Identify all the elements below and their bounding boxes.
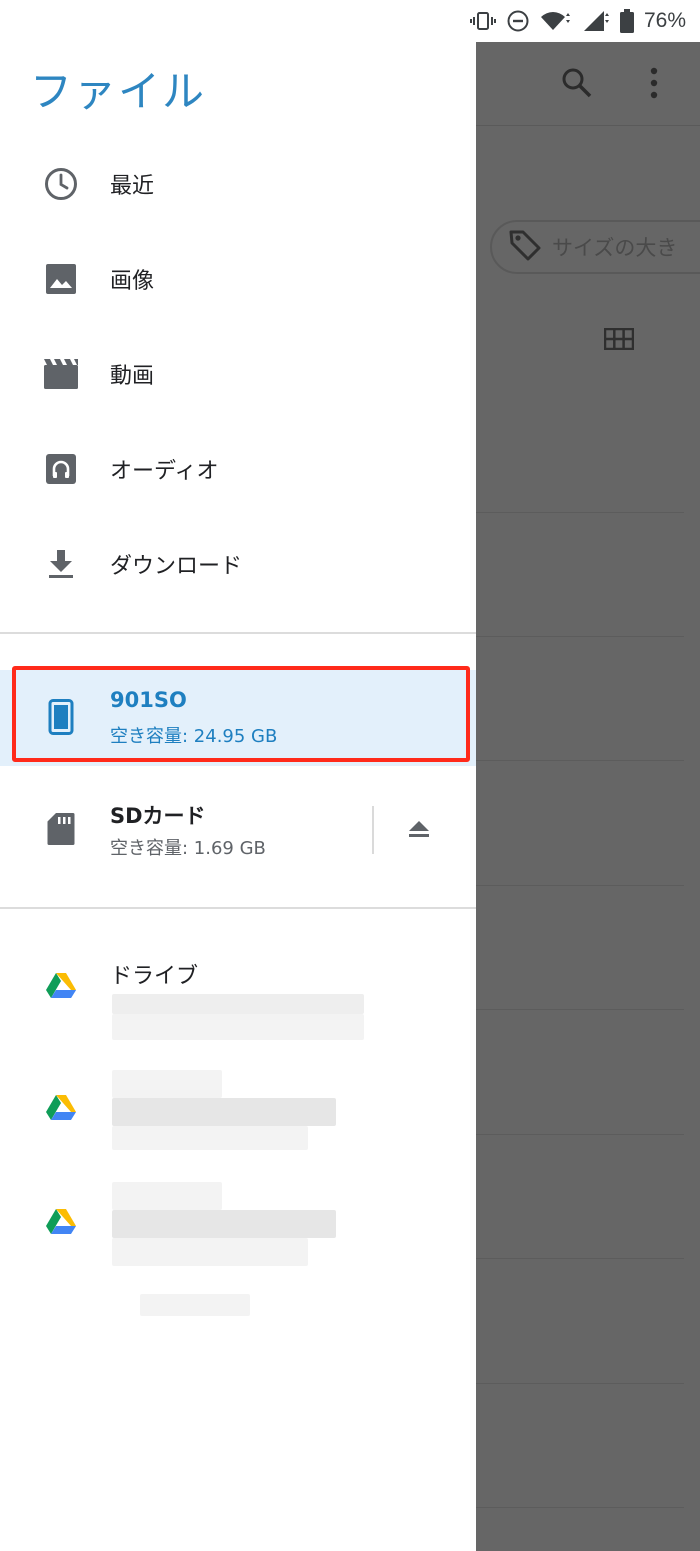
- sd-card-icon: [44, 812, 78, 846]
- list-divider: [476, 636, 684, 637]
- nav-item-recent[interactable]: 最近: [0, 144, 476, 224]
- nav-item-label: 画像: [110, 269, 155, 294]
- highlight-annotation: [12, 666, 470, 762]
- list-divider: [476, 1009, 684, 1010]
- drawer-divider: [0, 907, 476, 909]
- vibrate-icon: [469, 10, 496, 32]
- audio-icon: [44, 452, 78, 486]
- more-vert-icon: [648, 66, 660, 104]
- nav-item-audio[interactable]: オーディオ: [0, 429, 476, 509]
- list-divider: [476, 760, 684, 761]
- nav-item-label: 動画: [110, 364, 155, 389]
- search-icon: [560, 66, 594, 104]
- nav-item-downloads[interactable]: ダウンロード: [0, 524, 476, 604]
- redacted-account: [112, 1070, 222, 1098]
- list-divider: [476, 1134, 684, 1135]
- nav-item-label: 最近: [110, 174, 155, 199]
- eject-icon: [408, 820, 430, 842]
- redacted-account: [112, 1098, 336, 1126]
- redacted-account: [112, 1182, 222, 1210]
- storage-name: SDカード: [110, 804, 206, 828]
- signal-icon: [582, 9, 610, 33]
- drive-item[interactable]: [0, 1178, 476, 1316]
- battery-icon: [619, 9, 634, 33]
- sort-chip: サイズの大き: [490, 220, 700, 274]
- drawer-title: ファイル: [30, 67, 207, 116]
- image-icon: [44, 262, 78, 296]
- navigation-drawer: ファイル 最近 画像 動画 オーディオ ダウンロード 901SO 空き容量: 2…: [0, 42, 476, 1551]
- redacted-account: [112, 1238, 308, 1266]
- nav-item-label: ダウンロード: [110, 554, 243, 579]
- redacted-account: [140, 1294, 250, 1316]
- nav-item-videos[interactable]: 動画: [0, 334, 476, 414]
- storage-free-space: 空き容量: 1.69 GB: [110, 838, 266, 859]
- wifi-icon: [540, 9, 572, 33]
- list-divider: [476, 1383, 684, 1384]
- tag-icon: [508, 228, 542, 266]
- video-icon: [44, 357, 78, 391]
- download-icon: [44, 547, 78, 581]
- nav-item-images[interactable]: 画像: [0, 239, 476, 319]
- list-divider: [476, 885, 684, 886]
- grid-view-icon: [603, 327, 635, 354]
- background-app-scrim[interactable]: サイズの大き: [476, 42, 700, 1551]
- redacted-account: [112, 1210, 336, 1238]
- google-drive-icon: [44, 1090, 78, 1124]
- redacted-account: [112, 1126, 308, 1150]
- nav-item-label: オーディオ: [110, 459, 219, 484]
- list-divider: [476, 512, 684, 513]
- do-not-disturb-icon: [506, 9, 530, 33]
- sort-chip-label: サイズの大き: [552, 236, 678, 260]
- google-drive-icon: [44, 1204, 78, 1238]
- clock-icon: [44, 167, 78, 201]
- drawer-divider: [0, 632, 476, 634]
- drive-item[interactable]: [0, 1064, 476, 1174]
- status-bar: 76%: [0, 0, 700, 42]
- eject-button[interactable]: [404, 816, 434, 846]
- list-divider: [476, 1258, 684, 1259]
- drive-label: ドライブ: [110, 964, 199, 989]
- list-divider: [476, 1507, 684, 1508]
- eject-separator: [372, 806, 374, 854]
- google-drive-icon: [44, 968, 78, 1002]
- toolbar-divider: [476, 125, 700, 126]
- redacted-account: [112, 1014, 364, 1040]
- redacted-account: [112, 994, 364, 1014]
- drive-item[interactable]: ドライブ: [0, 942, 476, 1052]
- battery-percent: 76%: [643, 9, 686, 32]
